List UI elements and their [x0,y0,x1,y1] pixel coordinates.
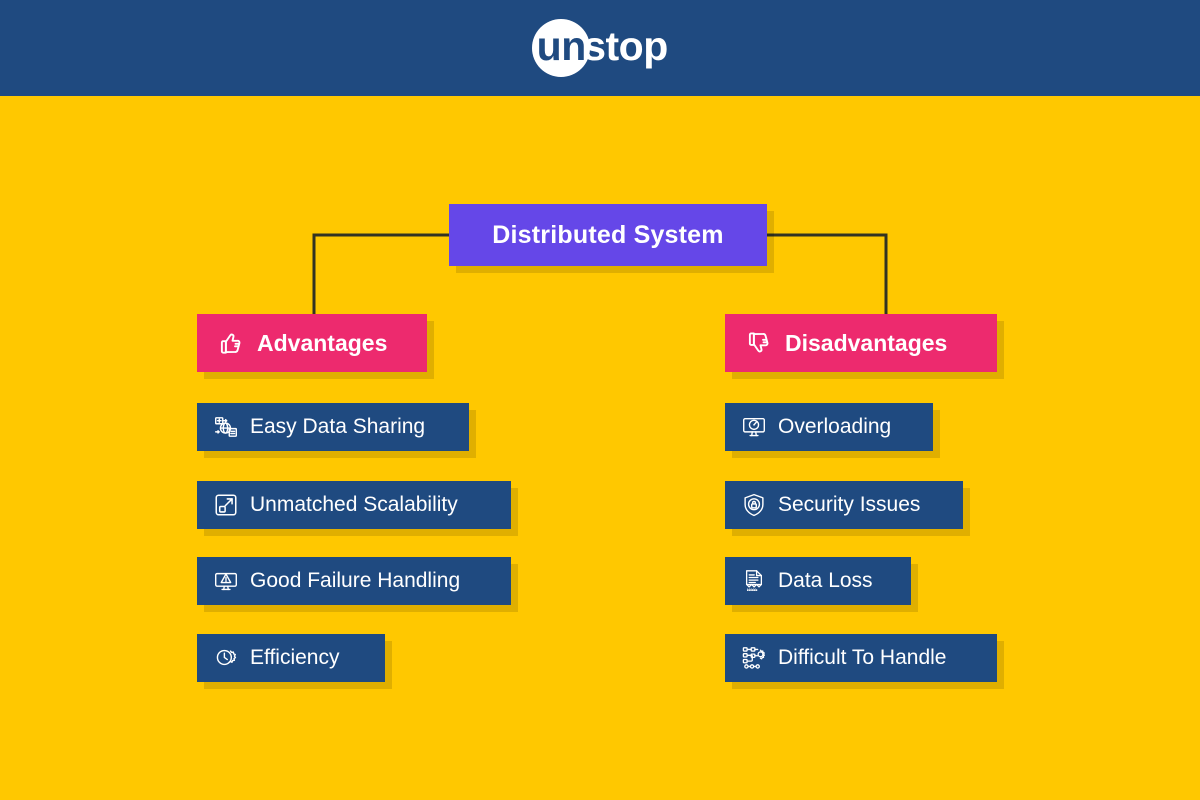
unstop-logo: un stop [532,19,668,77]
node-distributed-system[interactable]: Distributed System [449,204,767,266]
node-security-issues[interactable]: Security Issues [725,481,963,529]
connector-root-to-disadvantages [767,233,888,318]
svg-text:10101: 10101 [747,588,757,592]
node-disadvantages-label: Disadvantages [785,329,948,356]
node-unmatched-scalability[interactable]: Unmatched Scalability [197,481,511,529]
node-easy-data-sharing[interactable]: Easy Data Sharing [197,403,469,451]
page-header: un stop [0,0,1200,96]
connector-lines [312,233,888,318]
thumbs-down-icon [743,328,773,358]
node-good-failure-handling-label: Good Failure Handling [250,569,461,592]
data-sharing-icon [213,414,239,440]
node-advantages-label: Advantages [257,329,388,356]
node-security-issues-label: Security Issues [778,493,921,516]
scalability-icon [213,492,239,518]
node-data-loss-label: Data Loss [778,569,873,592]
node-overloading[interactable]: Overloading [725,403,933,451]
shield-lock-icon [741,492,767,518]
monitor-warning-icon [213,568,239,594]
node-distributed-system-label: Distributed System [492,220,724,249]
node-efficiency-label: Efficiency [250,646,340,669]
node-data-loss[interactable]: 10101 Data Loss [725,557,911,605]
node-easy-data-sharing-label: Easy Data Sharing [250,415,426,438]
logo-stop-text: stop [583,23,668,69]
clock-gear-icon [213,645,239,671]
document-binary-icon: 10101 [741,568,767,594]
logo-circle-mark: un [532,19,591,77]
node-overloading-label: Overloading [778,415,892,438]
node-difficult-to-handle[interactable]: Difficult To Handle [725,634,997,682]
monitor-gauge-icon [741,414,767,440]
node-unmatched-scalability-label: Unmatched Scalability [250,493,458,516]
node-difficult-to-handle-label: Difficult To Handle [778,646,947,669]
diagram-canvas: Distributed System Advantages Easy Data … [0,96,1200,800]
node-efficiency[interactable]: Efficiency [197,634,385,682]
network-gear-icon [741,645,767,671]
node-good-failure-handling[interactable]: Good Failure Handling [197,557,511,605]
connector-root-to-advantages [312,233,449,318]
node-advantages[interactable]: Advantages [197,314,427,372]
node-disadvantages[interactable]: Disadvantages [725,314,997,372]
logo-un-text: un [536,23,587,69]
thumbs-up-icon [215,328,245,358]
